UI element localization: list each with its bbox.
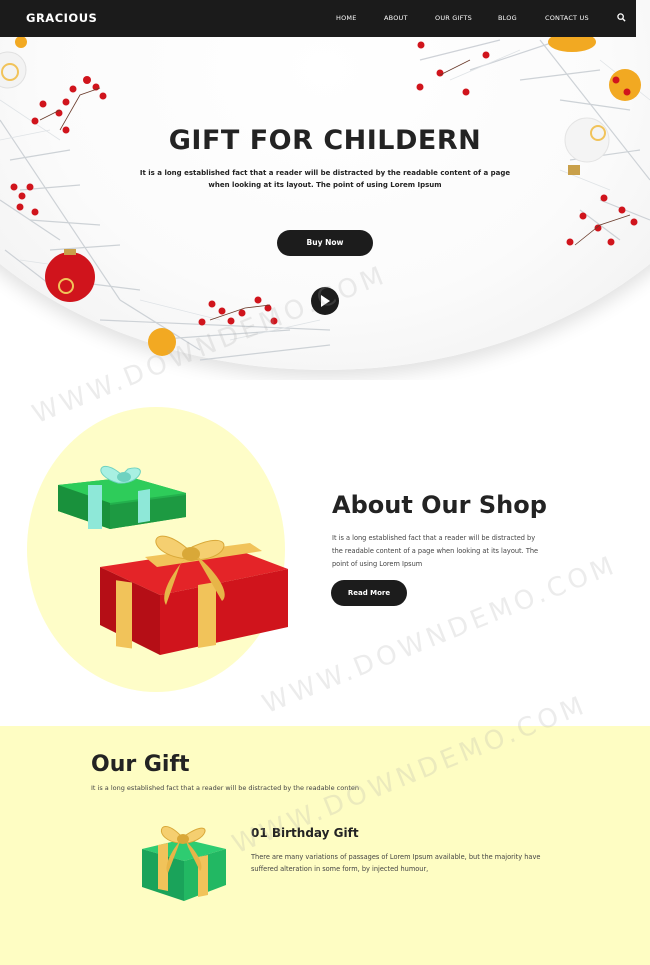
gift-item-title: 01 Birthday Gift [251,826,359,840]
hero-section: GIFT FOR CHILDERN It is a long establish… [0,0,650,380]
gift-boxes-image [58,465,288,655]
hero-title: GIFT FOR CHILDERN [168,125,482,156]
site-logo[interactable]: GRACIOUS [26,11,97,25]
gift-item-description: There are many variations of passages of… [251,853,541,873]
nav-item-our-gifts[interactable]: OUR GIFTS [435,14,472,22]
watermark: WWW.DOWNDEMO.COM [258,549,622,721]
nav-item-home[interactable]: HOME [336,14,357,22]
our-gift-section: Our Gift It is a long established fact t… [0,726,650,965]
play-icon [321,295,330,307]
top-navbar: GRACIOUS HOME ABOUT OUR GIFTS BLOG CONTA… [0,0,636,37]
nav-item-about[interactable]: ABOUT [384,14,408,22]
about-title: About Our Shop [332,491,547,519]
nav-item-blog[interactable]: BLOG [498,14,517,22]
nav-item-contact-us[interactable]: CONTACT US [545,14,589,22]
buy-now-button[interactable]: Buy Now [277,230,373,256]
about-description: It is a long established fact that a rea… [332,534,539,568]
our-gift-subtitle: It is a long established fact that a rea… [91,784,359,792]
our-gift-title: Our Gift [91,752,190,777]
search-icon[interactable] [617,13,626,22]
play-video-button[interactable] [311,287,339,315]
read-more-button[interactable]: Read More [331,580,407,606]
hero-description: It is a long established fact that a rea… [139,169,511,189]
birthday-gift-image [142,825,226,901]
